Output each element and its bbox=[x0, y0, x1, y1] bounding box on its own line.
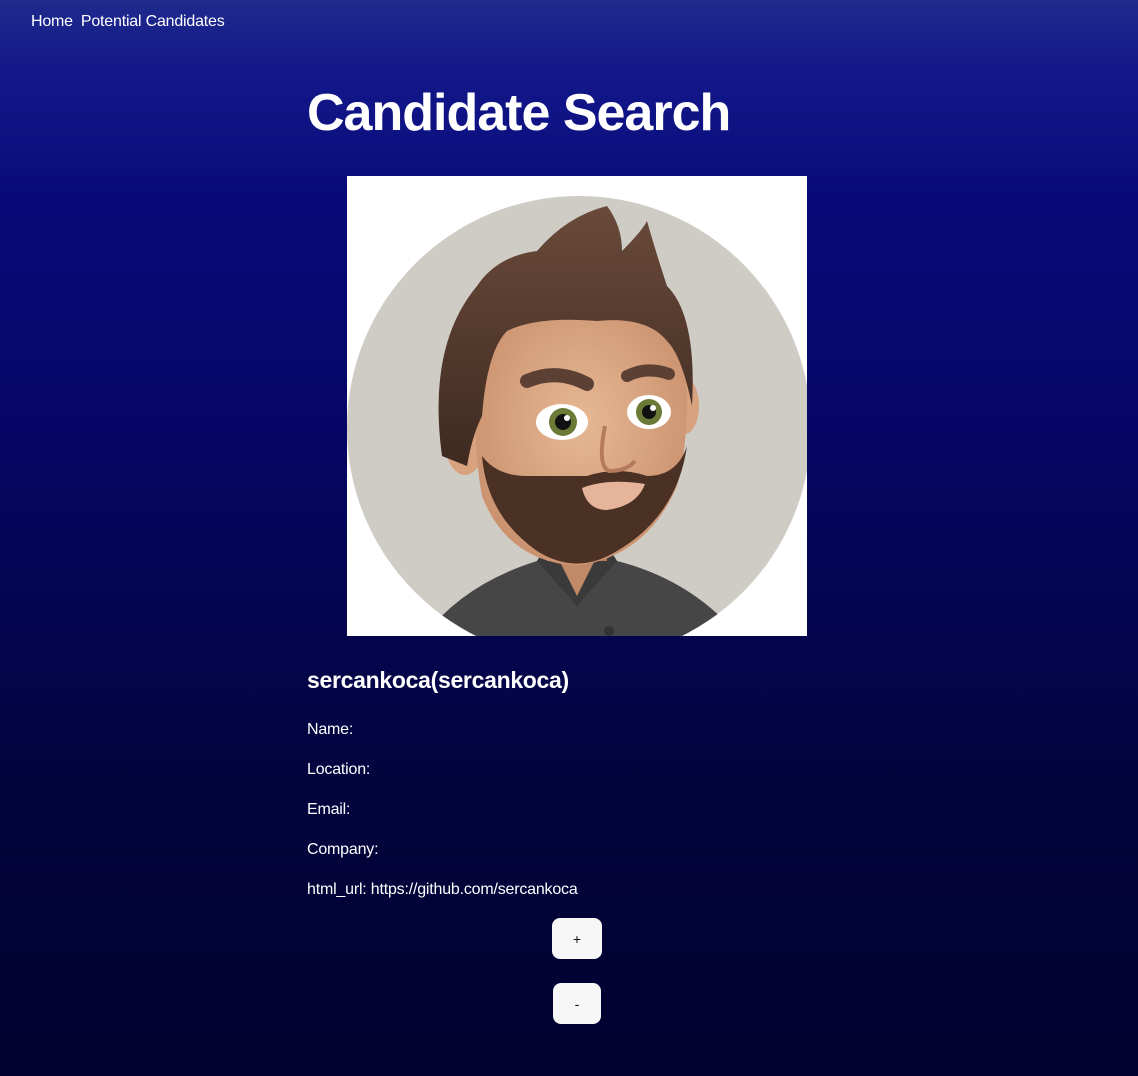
candidate-email-field: Email: bbox=[307, 801, 351, 818]
candidate-company-field: Company: bbox=[307, 841, 379, 858]
top-nav: Home Potential Candidates bbox=[31, 13, 225, 31]
add-candidate-button[interactable]: + bbox=[552, 918, 602, 959]
candidate-html-url-field: html_url: https://github.com/sercankoca bbox=[307, 881, 578, 898]
memoji-avatar-icon bbox=[347, 196, 807, 636]
candidate-avatar bbox=[347, 176, 807, 636]
candidate-location-field: Location: bbox=[307, 761, 371, 778]
nav-home-link[interactable]: Home bbox=[31, 13, 73, 31]
candidate-name-field: Name: bbox=[307, 721, 354, 738]
page-title: Candidate Search bbox=[307, 84, 731, 142]
candidate-username-heading: sercankoca(sercankoca) bbox=[307, 667, 569, 693]
remove-candidate-button[interactable]: - bbox=[553, 983, 601, 1024]
nav-potential-candidates-link[interactable]: Potential Candidates bbox=[81, 13, 225, 31]
